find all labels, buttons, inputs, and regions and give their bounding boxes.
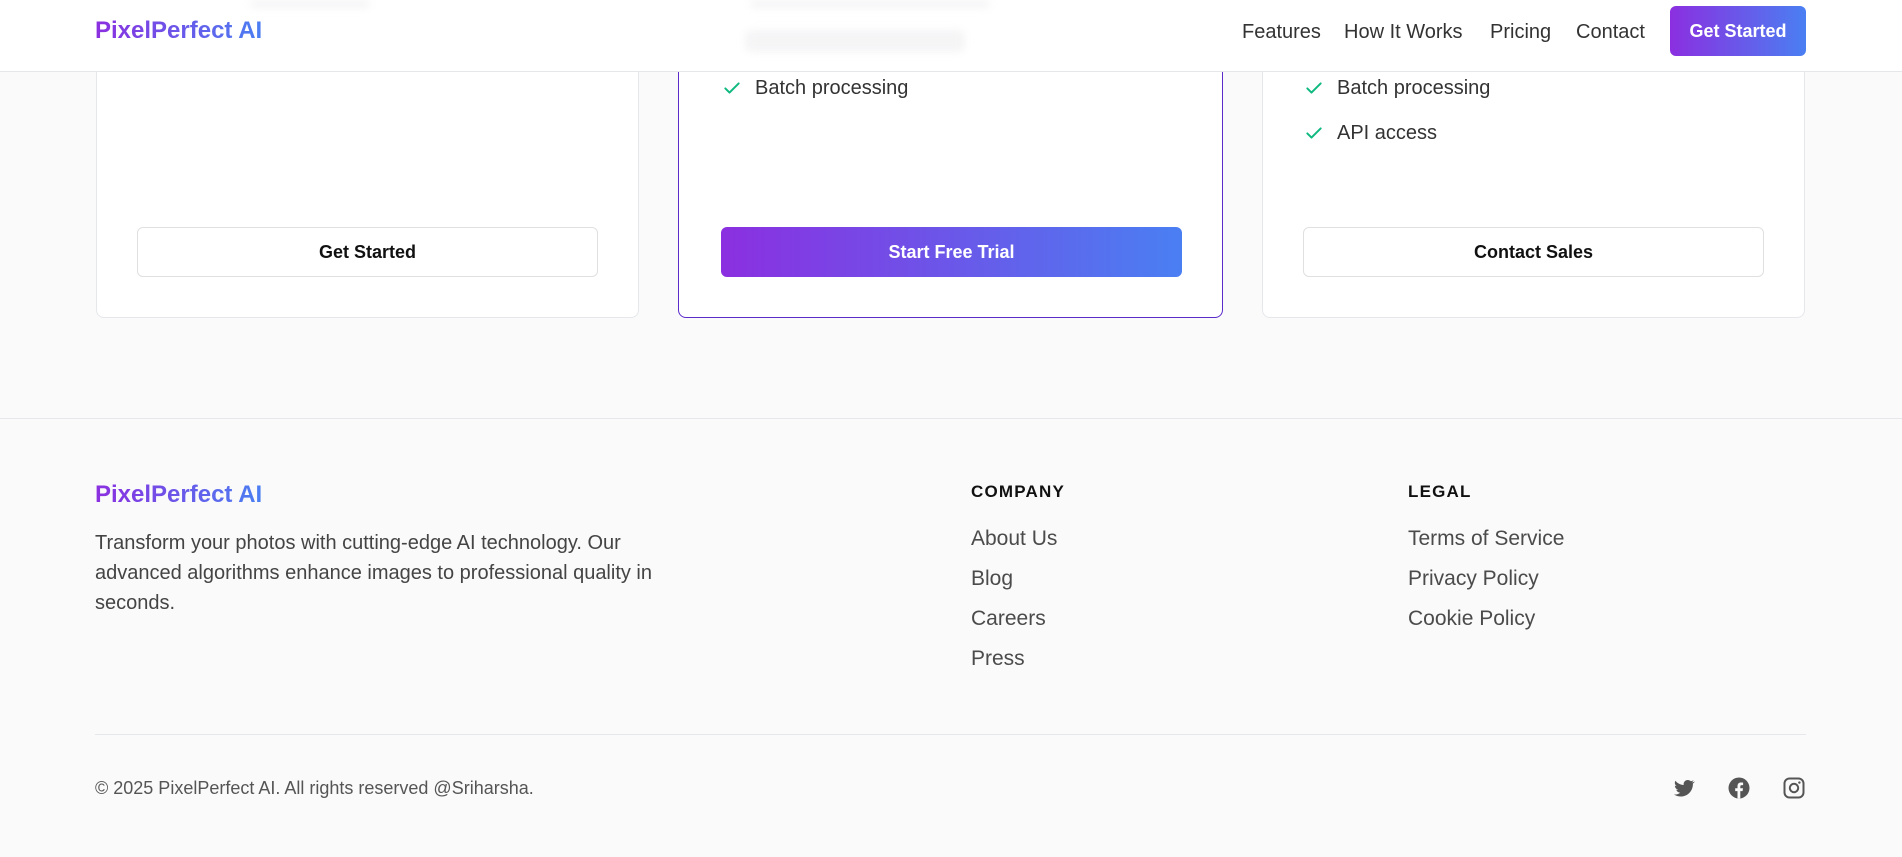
nav-pricing[interactable]: Pricing xyxy=(1490,20,1551,44)
footer-link-cookie[interactable]: Cookie Policy xyxy=(1408,606,1535,632)
start-free-trial-button[interactable]: Start Free Trial xyxy=(721,227,1182,277)
nav-how-it-works[interactable]: How It Works xyxy=(1344,20,1463,44)
footer-link-privacy[interactable]: Privacy Policy xyxy=(1408,566,1539,592)
feature-label: Batch processing xyxy=(755,76,909,99)
twitter-icon[interactable] xyxy=(1672,776,1696,800)
footer-bottom-divider xyxy=(95,734,1806,735)
footer-divider xyxy=(0,418,1902,419)
site-header: PixelPerfect AI Features How It Works Pr… xyxy=(0,0,1902,72)
copyright-text: © 2025 PixelPerfect AI. All rights reser… xyxy=(95,778,534,798)
feature-label: API access xyxy=(1337,121,1438,144)
instagram-icon[interactable] xyxy=(1782,776,1806,800)
legal-heading: LEGAL xyxy=(1408,482,1472,501)
footer-link-careers[interactable]: Careers xyxy=(971,606,1046,632)
get-started-button[interactable]: Get Started xyxy=(137,227,598,277)
check-icon xyxy=(1306,82,1322,94)
nav-features[interactable]: Features xyxy=(1242,20,1321,44)
feature-label: Batch processing xyxy=(1337,76,1491,99)
check-icon xyxy=(724,82,740,94)
feature-item: API access xyxy=(1304,120,1437,146)
footer-link-press[interactable]: Press xyxy=(971,646,1025,672)
footer-logo[interactable]: PixelPerfect AI xyxy=(95,480,262,510)
nav-contact[interactable]: Contact xyxy=(1576,20,1645,44)
contact-sales-button[interactable]: Contact Sales xyxy=(1303,227,1764,277)
pricing-card-basic: Get Started xyxy=(96,40,639,318)
footer-description: Transform your photos with cutting-edge … xyxy=(95,532,653,614)
check-icon xyxy=(1306,127,1322,139)
logo[interactable]: PixelPerfect AI xyxy=(95,17,262,45)
facebook-icon[interactable] xyxy=(1727,776,1751,800)
footer-link-blog[interactable]: Blog xyxy=(971,566,1013,592)
blurred-content xyxy=(750,0,990,8)
company-heading: COMPANY xyxy=(971,482,1066,501)
feature-item: Batch processing xyxy=(722,75,908,101)
pricing-card-featured: Batch processing Start Free Trial xyxy=(678,40,1223,318)
footer-link-terms[interactable]: Terms of Service xyxy=(1408,526,1564,552)
pricing-card-enterprise: Batch processing API access Contact Sale… xyxy=(1262,40,1805,318)
header-get-started-button[interactable]: Get Started xyxy=(1670,6,1806,56)
feature-item: Batch processing xyxy=(1304,75,1490,101)
blurred-content xyxy=(250,0,370,8)
blurred-content xyxy=(745,30,965,52)
footer-link-about-us[interactable]: About Us xyxy=(971,526,1057,552)
